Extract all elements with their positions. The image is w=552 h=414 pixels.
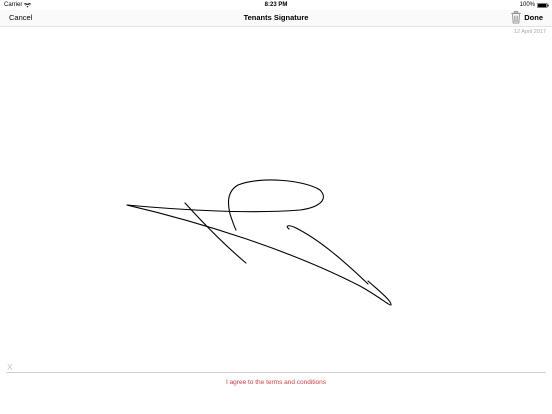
signature-strokes	[126, 179, 392, 306]
status-time: 8:23 PM	[264, 2, 288, 8]
status-bar: Carrier 8:23 PM 100%	[0, 0, 552, 10]
signature-baseline	[6, 372, 546, 373]
status-battery: 100%	[520, 2, 549, 8]
signature-stroke-main	[126, 179, 324, 231]
signature-canvas[interactable]	[0, 28, 552, 370]
page-title: Tenants Signature	[243, 13, 309, 22]
agree-terms-link[interactable]: I agree to the terms and conditions	[0, 379, 552, 386]
signature-screen: Carrier 8:23 PM 100% Cancel Tenants Sign…	[0, 0, 552, 414]
trash-icon[interactable]	[510, 11, 522, 24]
battery-percent: 100%	[519, 2, 535, 8]
battery-full-icon	[537, 2, 549, 8]
signature-stroke-hook	[286, 225, 369, 285]
done-button[interactable]: Done	[524, 13, 543, 22]
signature-x-marker: X	[7, 362, 13, 372]
nav-bar: Cancel Tenants Signature Done	[0, 10, 552, 27]
signature-stroke-long	[126, 204, 392, 306]
